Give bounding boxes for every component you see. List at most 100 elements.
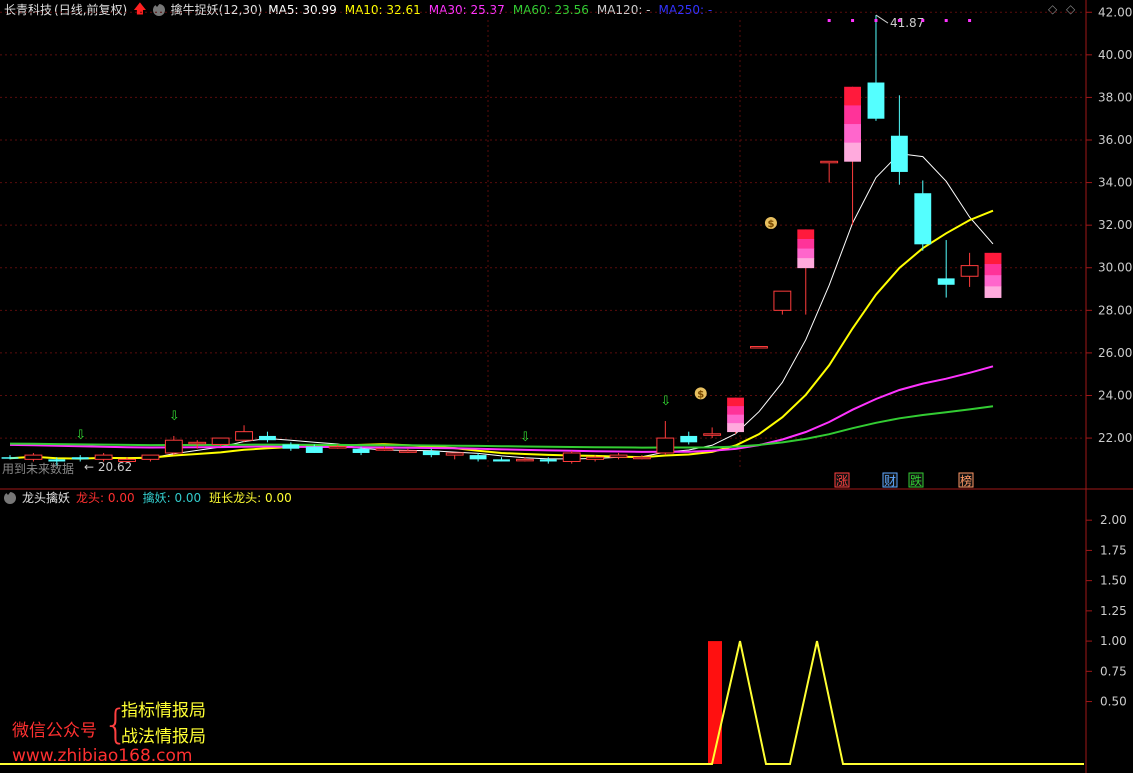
candle-body xyxy=(515,458,534,462)
candle-body xyxy=(914,193,932,245)
candle xyxy=(493,457,510,462)
candle-body xyxy=(750,346,768,349)
high-pointer xyxy=(875,14,889,24)
candle-body-segment xyxy=(727,414,744,424)
signal-dot xyxy=(968,19,972,22)
sub-y-tick-label: 1.75 xyxy=(1100,543,1127,557)
buy-arrow-icon: ⇩ xyxy=(169,409,180,424)
candle-body-segment xyxy=(727,423,744,433)
candle xyxy=(562,450,581,464)
longtou-bar xyxy=(708,641,722,764)
candle-body xyxy=(773,290,792,311)
y-tick-label: 42.00 xyxy=(1098,5,1132,19)
candle-body xyxy=(1,457,19,459)
watermark-wechat: 微信公众号 { xyxy=(12,702,132,748)
event-marker-label: 跌 xyxy=(910,473,922,488)
candle-body xyxy=(305,446,323,453)
candle-body xyxy=(94,454,113,460)
ma-line-ma10 xyxy=(9,209,994,460)
low-label: ← 20.62 xyxy=(84,460,132,474)
sub-y-tick-label: 1.50 xyxy=(1100,574,1127,588)
candle-body xyxy=(188,441,207,445)
y-tick-label: 40.00 xyxy=(1098,48,1132,62)
candle xyxy=(960,252,979,287)
candle-body xyxy=(469,455,487,460)
y-tick-label: 28.00 xyxy=(1098,303,1132,317)
candle xyxy=(703,427,722,439)
main-chart-panel: 长青科技 (日线,前复权) 🡅 擒牛捉妖(12,30) MA5: 30.99 MA… xyxy=(0,0,1133,490)
sub-y-tick-label: 1.25 xyxy=(1100,604,1127,618)
sub-y-tick-label: 0.50 xyxy=(1100,695,1127,709)
candle-body-segment xyxy=(727,397,744,407)
candle xyxy=(422,448,440,458)
candle-body xyxy=(282,444,300,449)
candle-body xyxy=(586,456,605,460)
y-tick-label: 24.00 xyxy=(1098,388,1132,402)
candle-body xyxy=(493,459,510,462)
candle xyxy=(141,454,160,462)
candle xyxy=(235,425,253,443)
candle-body-segment xyxy=(727,406,744,416)
candle-body-segment xyxy=(797,258,815,269)
event-marker-label: 财 xyxy=(884,474,896,488)
ma-line-ma30 xyxy=(9,365,994,453)
candle-body xyxy=(656,437,675,454)
candle xyxy=(890,95,908,185)
signal-dot xyxy=(944,19,948,22)
buy-arrow-icon: ⇩ xyxy=(75,428,86,443)
y-tick-label: 22.00 xyxy=(1098,431,1132,445)
candle-body xyxy=(960,265,979,277)
candle-body xyxy=(398,450,417,453)
y-tick-label: 36.00 xyxy=(1098,133,1132,147)
candle-body xyxy=(820,160,839,164)
candle-body xyxy=(890,135,908,172)
candle-body xyxy=(328,446,347,449)
candle xyxy=(1,455,19,460)
candle-body xyxy=(211,437,230,445)
candle-chart: 42.00 40.00 38.00 36.00 34.00 32.00 30.00 28.00… xyxy=(0,0,1133,490)
high-label: 41.87 xyxy=(890,16,924,30)
candle xyxy=(797,229,815,315)
buy-arrow-icon: ⇩ xyxy=(520,430,531,445)
watermark-url: www.zhibiao168.com xyxy=(12,746,193,766)
candle xyxy=(844,86,861,226)
candle xyxy=(445,452,464,460)
candle xyxy=(164,435,183,456)
watermark-item2: 战法情报局 xyxy=(121,727,206,747)
candle-body xyxy=(24,454,43,460)
signal-dot xyxy=(827,19,831,22)
candle-body xyxy=(937,278,955,285)
candle xyxy=(609,452,628,460)
candle xyxy=(680,431,698,445)
candle xyxy=(984,252,1002,298)
y-tick-label: 34.00 xyxy=(1098,176,1132,190)
signal-dot xyxy=(851,19,855,22)
candle-body-segment xyxy=(984,252,1002,265)
candle-body xyxy=(633,456,651,460)
signal-dot xyxy=(921,19,925,22)
candle xyxy=(282,442,300,451)
signal-dot xyxy=(897,19,901,22)
candle xyxy=(259,431,276,443)
money-bag-symbol: $ xyxy=(767,219,774,230)
candle xyxy=(750,346,768,349)
candle-body xyxy=(352,448,370,453)
future-data-note: 用到未来数据 xyxy=(2,462,75,476)
candle xyxy=(937,240,955,298)
candle-body xyxy=(703,433,722,436)
candle-body xyxy=(141,454,160,460)
candle xyxy=(867,15,885,121)
candle-body-segment xyxy=(844,86,861,106)
y-tick-label: 32.00 xyxy=(1098,218,1132,232)
candle xyxy=(398,448,417,453)
candle-body xyxy=(609,454,628,458)
event-marker-label: 榜 xyxy=(960,473,972,488)
candle-body xyxy=(164,439,183,454)
sub-y-tick-label: 2.00 xyxy=(1100,513,1127,527)
candle-body xyxy=(422,450,440,456)
candle-body xyxy=(375,448,394,451)
candle xyxy=(914,180,932,251)
candle-body-segment xyxy=(984,264,1002,276)
y-tick-label: 38.00 xyxy=(1098,90,1132,104)
candle-body xyxy=(445,452,464,456)
